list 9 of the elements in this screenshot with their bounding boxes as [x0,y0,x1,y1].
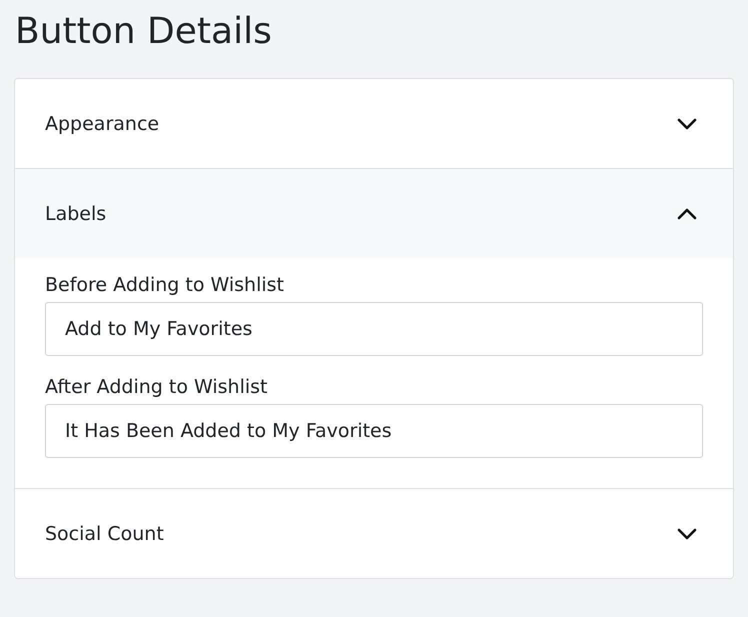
input-field[interactable]: It Has Been Added to My Favorites [45,404,703,458]
field-label: Before Adding to Wishlist [45,274,285,296]
input-field[interactable]: Add to My Favorites [45,302,703,356]
accordion-header[interactable]: Labels [15,169,733,258]
chevron-up-icon [677,208,697,220]
chevron-down-icon [677,118,697,130]
field-label: After Adding to Wishlist [45,376,268,398]
page-title: Button Details [15,10,273,54]
chevron-down-icon [677,528,697,540]
